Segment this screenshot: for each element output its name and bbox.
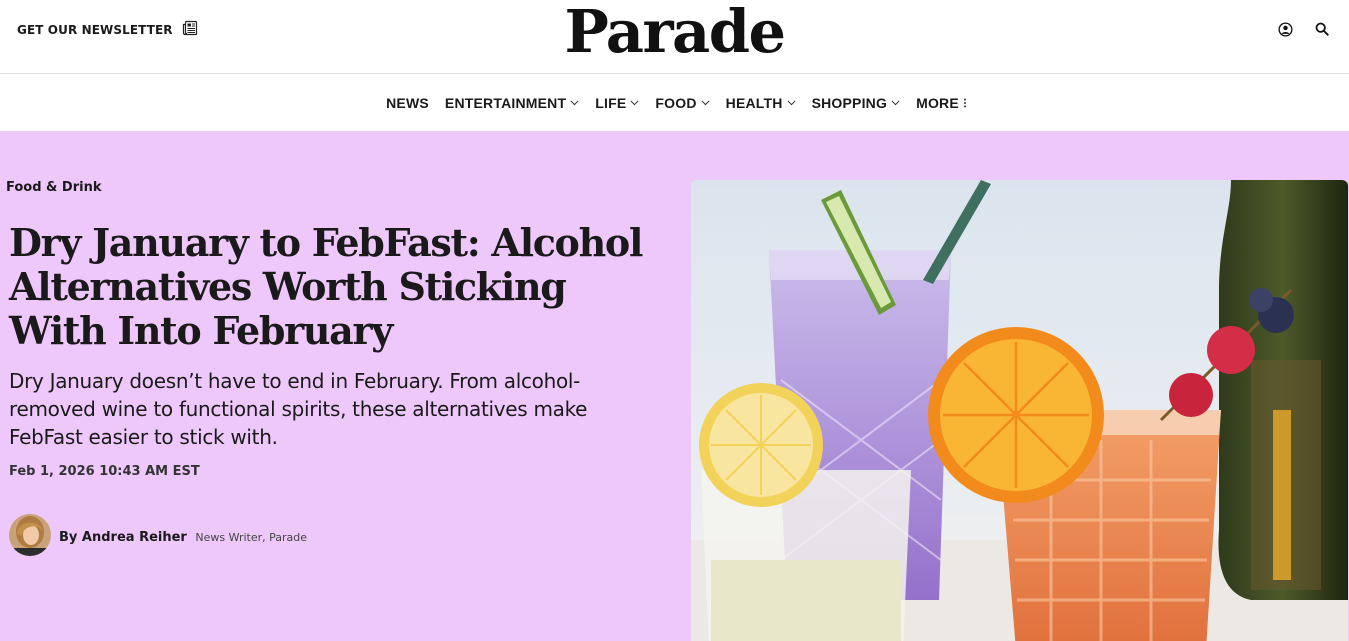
header-actions [1276,20,1331,38]
author-info: By Andrea Reiher News Writer, Parade [59,526,307,545]
logo-link[interactable]: Parade [564,0,786,66]
nav-item-label: ENTERTAINMENT [444,94,567,111]
nav-item-label: HEALTH [725,94,783,111]
chevron-down-icon [570,99,579,105]
nav-item-label: LIFE [595,94,627,111]
article-headline: Dry January to FebFast: Alcohol Alternat… [9,220,643,353]
site-header: GET OUR NEWSLETTER Parade [0,0,1349,74]
nav-item-label: SHOPPING [811,94,888,111]
nav-item-label: MORE [916,94,959,111]
chevron-down-icon [701,99,710,105]
nav-item-label: NEWS [386,94,429,111]
user-icon[interactable] [1276,20,1294,38]
author-name: By Andrea Reiher [59,530,191,545]
nav-item-life[interactable]: LIFE [587,95,647,111]
more-dots-icon [963,98,966,107]
nav-item-entertainment[interactable]: ENTERTAINMENT [437,95,587,111]
primary-nav: NEWS ENTERTAINMENT LIFE FOOD HEALTH SHOP… [0,74,1349,131]
nav-item-more[interactable]: MORE [908,95,975,111]
byline-prefix: By [59,529,78,545]
nav-item-health[interactable]: HEALTH [718,95,804,111]
chevron-down-icon [891,99,900,105]
article-date: Feb 1, 2026 10:43 AM EST [9,464,200,479]
article-dek: Dry January doesn’t have to end in Febru… [9,369,588,449]
chevron-down-icon [787,99,796,105]
author-role: News Writer, Parade [195,530,308,544]
author-link[interactable]: Andrea Reiher [82,530,187,545]
nav-item-food[interactable]: FOOD [647,95,717,111]
article-byline: By Andrea Reiher News Writer, Parade [9,514,307,556]
author-avatar[interactable] [9,514,51,556]
article-hero: Food & Drink Dry January to FebFast: Alc… [0,131,1349,641]
search-icon[interactable] [1313,20,1331,38]
chevron-down-icon [630,99,639,105]
article-category-link[interactable]: Food & Drink [6,180,101,195]
article-hero-image [691,180,1348,641]
nav-item-news[interactable]: NEWS [378,95,437,111]
nav-item-shopping[interactable]: SHOPPING [804,95,909,111]
nav-item-label: FOOD [655,94,697,111]
site-logo: Parade [0,0,1349,67]
